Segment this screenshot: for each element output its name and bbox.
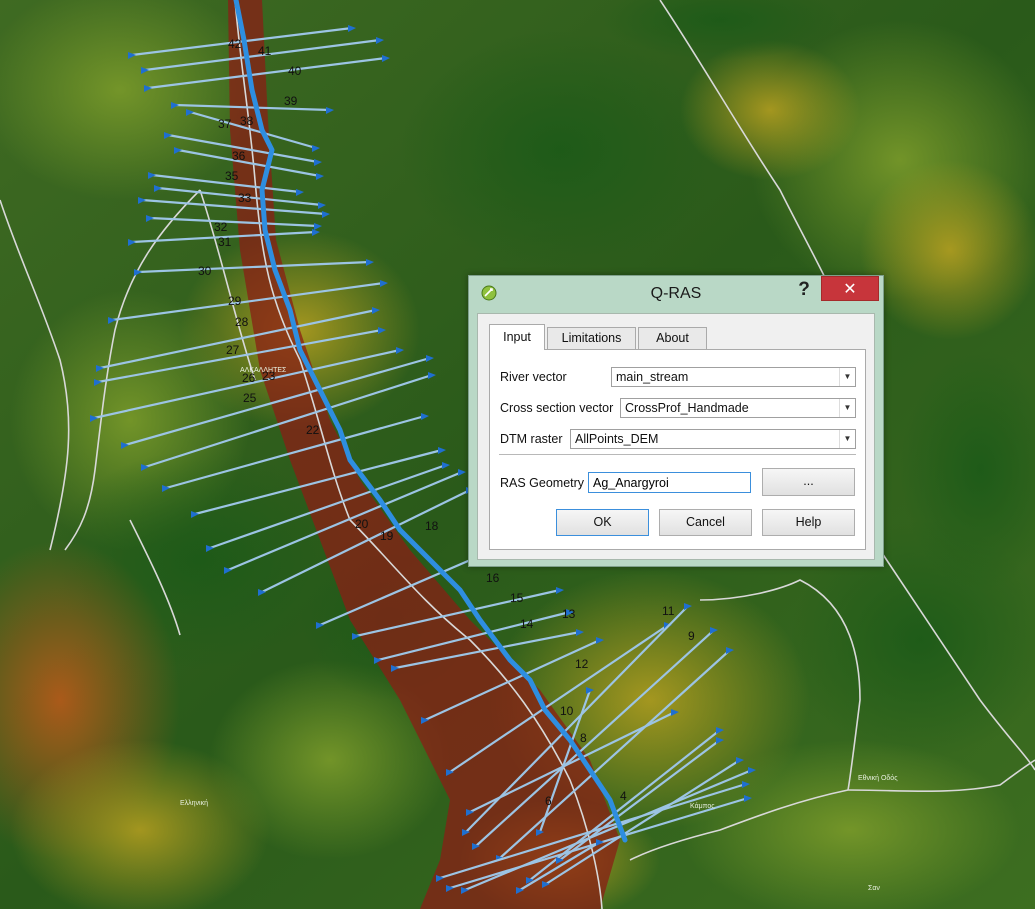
place-label: Κάμπος bbox=[690, 802, 715, 810]
qras-dialog: Q-RAS ? ✕ Input Limitations About River … bbox=[468, 275, 884, 567]
cross-section-station-label: 42 bbox=[228, 37, 242, 51]
cross-section-station-label: 39 bbox=[284, 94, 298, 108]
cross-section-station-label: 31 bbox=[218, 235, 232, 249]
chevron-down-icon: ▼ bbox=[839, 399, 855, 417]
cross-section-station-label: 28 bbox=[235, 315, 249, 329]
ras-geometry-label: RAS Geometry bbox=[500, 476, 585, 490]
chevron-down-icon: ▼ bbox=[839, 368, 855, 386]
cross-section-station-label: 25 bbox=[243, 391, 257, 405]
input-tab-panel: River vector main_stream ▼ Cross section… bbox=[489, 349, 866, 550]
cross-section-station-label: 12 bbox=[575, 657, 589, 671]
cross-section-station-label: 13 bbox=[562, 607, 576, 621]
cross-section-station-label: 15 bbox=[510, 591, 524, 605]
cross-section-vector-select[interactable]: CrossProf_Handmade ▼ bbox=[620, 398, 856, 418]
cross-section-station-label: 8 bbox=[580, 731, 587, 745]
place-label: Ελληνική bbox=[180, 800, 208, 807]
chevron-down-icon: ▼ bbox=[839, 430, 855, 448]
river-vector-value: main_stream bbox=[616, 370, 689, 384]
cross-section-station-label: 32 bbox=[214, 220, 228, 234]
cross-section-station-label: 11 bbox=[662, 604, 675, 618]
dtm-raster-label: DTM raster bbox=[500, 432, 563, 446]
cross-section-station-label: 18 bbox=[425, 519, 439, 533]
place-label: ΑΛΚΑΛΛΗΤΕΣ bbox=[240, 367, 287, 374]
close-button[interactable]: ✕ bbox=[821, 276, 879, 301]
cross-section-station-label: 19 bbox=[380, 529, 394, 543]
tab-limitations[interactable]: Limitations bbox=[547, 327, 636, 349]
cross-section-station-label: 16 bbox=[486, 571, 500, 585]
cross-section-station-label: 14 bbox=[520, 617, 534, 631]
cross-section-station-label: 29 bbox=[228, 294, 242, 308]
cross-section-station-label: 9 bbox=[688, 629, 695, 643]
cross-section-vector-value: CrossProf_Handmade bbox=[625, 401, 749, 415]
ras-geometry-input[interactable] bbox=[588, 472, 751, 493]
cross-section-station-label: 10 bbox=[560, 704, 574, 718]
context-help-icon[interactable]: ? bbox=[796, 279, 812, 301]
cross-section-station-label: 33 bbox=[238, 191, 252, 205]
place-label: Εθνική Οδός bbox=[858, 774, 898, 782]
cross-section-station-label: 36 bbox=[232, 149, 246, 163]
cross-section-station-label: 4 bbox=[620, 789, 627, 803]
river-vector-label: River vector bbox=[500, 370, 567, 384]
separator bbox=[499, 454, 856, 455]
ok-button[interactable]: OK bbox=[556, 509, 649, 536]
dtm-raster-select[interactable]: AllPoints_DEM ▼ bbox=[570, 429, 856, 449]
dtm-raster-value: AllPoints_DEM bbox=[575, 432, 659, 446]
tab-about[interactable]: About bbox=[638, 327, 707, 349]
cancel-button[interactable]: Cancel bbox=[659, 509, 752, 536]
help-button[interactable]: Help bbox=[762, 509, 855, 536]
cross-section-station-label: 37 bbox=[218, 117, 232, 131]
cross-section-station-label: 22 bbox=[306, 423, 320, 437]
cross-section-vector-label: Cross section vector bbox=[500, 401, 614, 415]
river-vector-select[interactable]: main_stream ▼ bbox=[611, 367, 856, 387]
tab-input[interactable]: Input bbox=[489, 324, 545, 350]
cross-section-station-label: 35 bbox=[225, 169, 239, 183]
cross-section-station-label: 38 bbox=[240, 114, 254, 128]
cross-section-station-label: 30 bbox=[198, 264, 212, 278]
browse-button[interactable]: ... bbox=[762, 468, 855, 496]
dialog-client-area: Input Limitations About River vector mai… bbox=[477, 313, 875, 560]
cross-section-station-label: 40 bbox=[288, 64, 302, 78]
cross-section-station-label: 20 bbox=[355, 517, 369, 531]
dialog-titlebar[interactable]: Q-RAS ? ✕ bbox=[469, 276, 883, 310]
cross-section-station-label: 27 bbox=[226, 343, 240, 357]
cross-section-station-label: 6 bbox=[545, 794, 552, 808]
cross-section-station-label: 41 bbox=[258, 44, 272, 58]
place-label: Σαν bbox=[868, 885, 880, 892]
